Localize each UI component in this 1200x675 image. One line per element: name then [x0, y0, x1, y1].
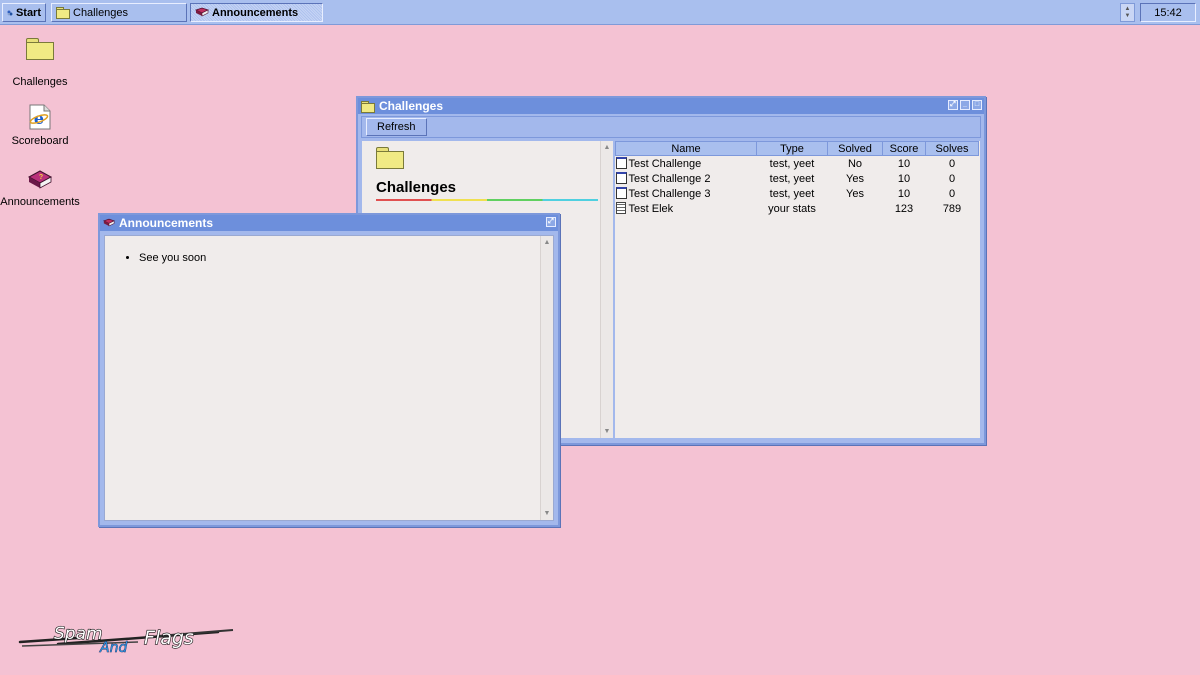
- challenges-toolbar: Refresh: [361, 116, 981, 138]
- taskbar-item-label: Challenges: [73, 6, 129, 19]
- announcements-scrollbar[interactable]: ▲ ▼: [540, 236, 553, 520]
- column-header-name[interactable]: Name: [615, 141, 757, 156]
- challenge-name: Test Elek: [628, 203, 674, 215]
- cell-name[interactable]: Test Challenge 2: [615, 171, 757, 186]
- book-icon: ?: [27, 170, 53, 189]
- document-icon: [615, 187, 627, 199]
- cell-solves: 0: [948, 157, 956, 170]
- book-icon: [103, 218, 115, 227]
- column-header-solves[interactable]: Solves: [925, 141, 979, 156]
- column-header-type[interactable]: Type: [756, 141, 828, 156]
- cell-score: 123: [894, 202, 914, 215]
- cell-score: 10: [897, 157, 911, 170]
- cell-type: test, yeet: [769, 172, 815, 185]
- start-button[interactable]: Start: [2, 3, 46, 22]
- taskbar-item-announcements[interactable]: Announcements: [190, 3, 323, 22]
- start-logo-icon: [7, 10, 13, 15]
- cell-score: 10: [897, 172, 911, 185]
- clock: 15:42: [1140, 3, 1196, 22]
- cell-solves: 0: [948, 172, 956, 185]
- challenges-table: Name Type Solved Score Solves Test Chall…: [615, 141, 979, 216]
- announcements-titlebar[interactable]: Announcements ⤢: [100, 215, 558, 231]
- logo-text-flags: Flags: [144, 627, 194, 649]
- logo-text-and: And: [99, 640, 127, 656]
- scroll-up-icon[interactable]: ▲: [601, 144, 613, 151]
- column-header-score[interactable]: Score: [882, 141, 926, 156]
- folder-icon: [56, 7, 70, 19]
- desktop-icon-label: Challenges: [12, 76, 68, 88]
- folder-icon: [361, 100, 375, 113]
- desktop-icon-challenges[interactable]: Challenges: [0, 38, 80, 88]
- cell-solved: Yes: [846, 187, 864, 200]
- document-icon: [615, 172, 627, 184]
- sidebar-heading: Challenges: [376, 179, 457, 196]
- table-row[interactable]: Test Challenge 2 test, yeet Yes 10 0: [615, 171, 979, 186]
- logo-text-spam: Spam: [54, 624, 103, 644]
- folder-icon: [26, 38, 54, 60]
- close-icon[interactable]: □: [972, 100, 982, 110]
- scroll-down-icon[interactable]: ▼: [601, 428, 613, 435]
- svg-text:?: ?: [39, 174, 43, 181]
- refresh-button[interactable]: Refresh: [366, 118, 427, 136]
- taskbar-item-challenges[interactable]: Challenges: [51, 3, 187, 22]
- scroll-down-icon[interactable]: ▼: [541, 510, 553, 517]
- cell-type: test, yeet: [769, 187, 815, 200]
- folder-icon: [376, 147, 404, 169]
- column-header-solved[interactable]: Solved: [827, 141, 883, 156]
- table-row[interactable]: Test Challenge test, yeet No 10 0: [615, 156, 979, 172]
- cell-solves: 0: [948, 187, 956, 200]
- desktop-icon-scoreboard[interactable]: e Scoreboard: [0, 103, 80, 147]
- table-header-row: Name Type Solved Score Solves: [615, 141, 979, 156]
- sidebar-scrollbar[interactable]: ▲ ▼: [600, 141, 613, 438]
- announcement-item: See you soon: [139, 252, 553, 264]
- announcements-content: See you soon ▲ ▼: [104, 235, 554, 521]
- cell-score: 10: [897, 187, 911, 200]
- challenges-list: Name Type Solved Score Solves Test Chall…: [615, 141, 980, 438]
- maximize-icon[interactable]: ⤢: [948, 100, 958, 110]
- desktop-icon-label: Scoreboard: [11, 135, 69, 147]
- spam-and-flags-logo: Spam And Flags: [18, 623, 234, 656]
- window-title: Announcements: [119, 216, 214, 230]
- document-icon: [615, 157, 627, 169]
- challenge-name: Test Challenge 2: [628, 173, 711, 185]
- start-label: Start: [15, 6, 41, 19]
- cell-solves: 789: [942, 202, 962, 215]
- cell-solved: Yes: [846, 172, 864, 185]
- taskbar-item-label: Announcements: [212, 6, 299, 19]
- announcements-window[interactable]: Announcements ⤢ See you soon ▲ ▼: [98, 213, 560, 527]
- table-row[interactable]: Test Challenge 3 test, yeet Yes 10 0: [615, 186, 979, 201]
- scroll-up-icon[interactable]: ▲: [541, 239, 553, 246]
- minimize-icon[interactable]: _: [960, 100, 970, 110]
- cell-name[interactable]: Test Challenge: [615, 156, 757, 172]
- chevron-down-icon[interactable]: ▼: [1125, 13, 1131, 20]
- taskbar: Start Challenges Announcements ▲ ▼ 15:42: [0, 0, 1200, 25]
- svg-text:e: e: [34, 109, 44, 128]
- cell-name[interactable]: Test Challenge 3: [615, 186, 757, 201]
- rainbow-divider: [376, 199, 598, 201]
- internet-explorer-icon: e: [29, 104, 51, 130]
- challenge-name: Test Challenge 3: [628, 188, 711, 200]
- desktop-icon-label: Announcements: [0, 196, 80, 208]
- stats-icon: [615, 202, 626, 214]
- maximize-icon[interactable]: ⤢: [546, 217, 556, 227]
- book-icon: [195, 7, 209, 17]
- window-title: Challenges: [379, 99, 444, 113]
- tray-spinner[interactable]: ▲ ▼: [1120, 3, 1135, 22]
- announcements-list: See you soon: [105, 252, 553, 264]
- cell-name[interactable]: Test Elek: [615, 201, 757, 216]
- chevron-up-icon[interactable]: ▲: [1125, 6, 1131, 13]
- challenge-name: Test Challenge: [628, 158, 702, 170]
- cell-type: your stats: [768, 202, 816, 215]
- cell-solved: [828, 201, 883, 216]
- cell-solved: No: [847, 157, 863, 170]
- cell-type: test, yeet: [769, 157, 815, 170]
- table-row[interactable]: Test Elek your stats 123 789: [615, 201, 979, 216]
- challenges-titlebar[interactable]: Challenges ⤢ _ □: [358, 98, 984, 114]
- desktop-icon-announcements[interactable]: ? Announcements: [0, 168, 80, 208]
